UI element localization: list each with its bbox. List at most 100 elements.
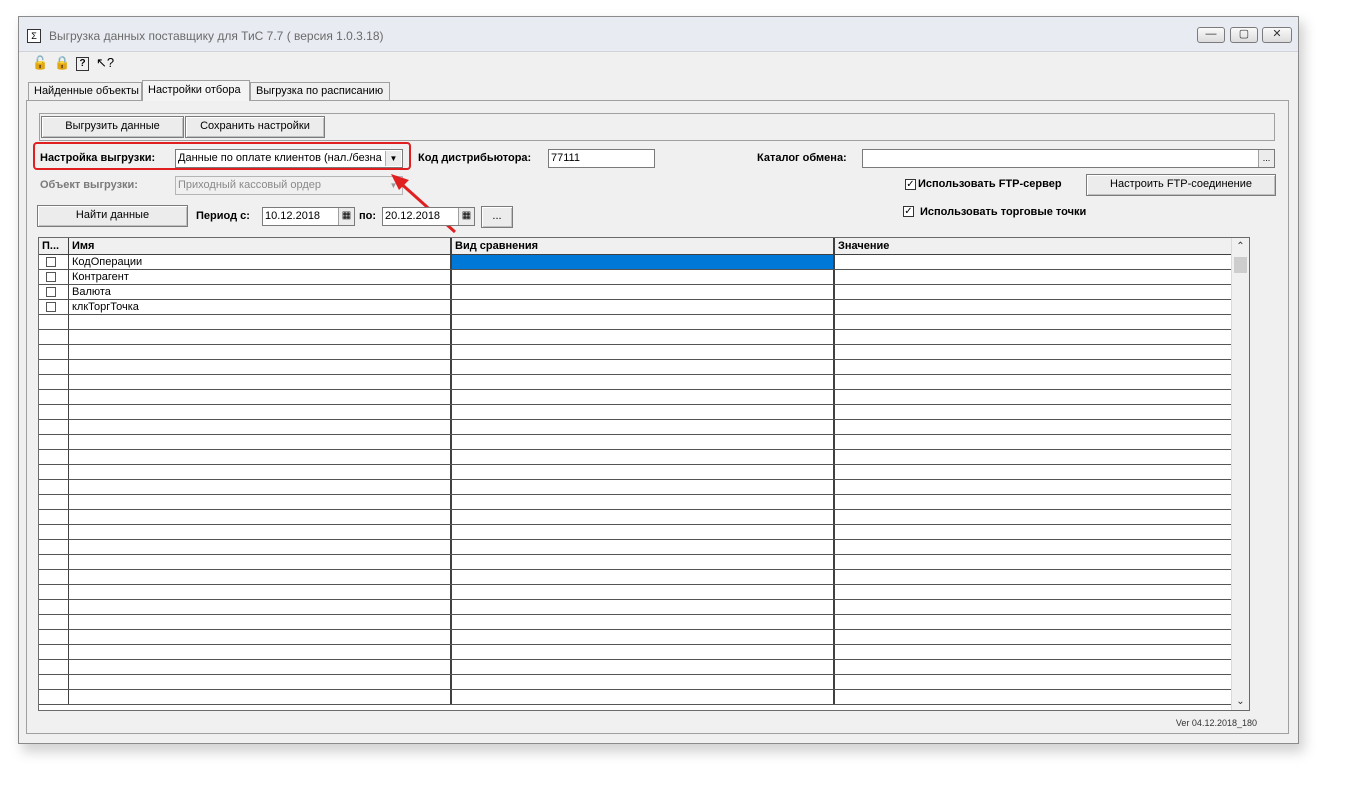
table-row[interactable] xyxy=(39,345,1232,360)
table-row[interactable] xyxy=(39,480,1232,495)
row-comparison-cell[interactable] xyxy=(452,345,835,359)
row-comparison-cell[interactable] xyxy=(452,435,835,449)
row-comparison-cell[interactable] xyxy=(452,540,835,554)
table-row[interactable]: Валюта xyxy=(39,285,1232,300)
table-row[interactable] xyxy=(39,630,1232,645)
context-help-icon[interactable]: ↖? xyxy=(96,55,114,71)
row-value-cell[interactable] xyxy=(835,390,1232,404)
ftp-setup-button[interactable]: Настроить FTP-соединение xyxy=(1086,174,1276,196)
calendar-icon[interactable]: ▦ xyxy=(458,208,474,225)
scroll-up-icon[interactable]: ⌃ xyxy=(1232,238,1249,255)
column-header-name[interactable]: Имя xyxy=(69,238,452,254)
row-checkbox[interactable] xyxy=(46,287,56,297)
find-data-button[interactable]: Найти данные xyxy=(37,205,188,227)
scroll-down-icon[interactable]: ⌄ xyxy=(1232,693,1249,710)
row-comparison-cell[interactable] xyxy=(452,510,835,524)
row-name-cell[interactable] xyxy=(69,615,452,629)
table-row[interactable] xyxy=(39,645,1232,660)
row-comparison-cell[interactable] xyxy=(452,285,835,299)
row-comparison-cell[interactable] xyxy=(452,585,835,599)
row-comparison-cell[interactable] xyxy=(452,405,835,419)
period-to-field[interactable]: 20.12.2018 ▦ xyxy=(382,207,475,226)
distributor-code-field[interactable]: 77111 xyxy=(548,149,655,168)
row-value-cell[interactable] xyxy=(835,690,1232,704)
column-header-value[interactable]: Значение xyxy=(835,238,1232,254)
row-name-cell[interactable]: клкТоргТочка xyxy=(69,300,452,314)
table-row[interactable] xyxy=(39,570,1232,585)
row-comparison-cell[interactable] xyxy=(452,390,835,404)
row-comparison-cell[interactable] xyxy=(452,660,835,674)
row-value-cell[interactable] xyxy=(835,255,1232,269)
row-name-cell[interactable] xyxy=(69,675,452,689)
table-row[interactable] xyxy=(39,660,1232,675)
row-comparison-cell[interactable] xyxy=(452,600,835,614)
lock-icon[interactable]: 🔒 xyxy=(54,55,70,71)
table-row[interactable] xyxy=(39,330,1232,345)
help-icon[interactable]: ? xyxy=(76,57,89,71)
row-checkbox[interactable] xyxy=(46,257,56,267)
row-name-cell[interactable] xyxy=(69,510,452,524)
table-row[interactable] xyxy=(39,675,1232,690)
calendar-icon[interactable]: ▦ xyxy=(338,208,354,225)
row-comparison-cell[interactable] xyxy=(452,645,835,659)
row-name-cell[interactable] xyxy=(69,465,452,479)
row-value-cell[interactable] xyxy=(835,525,1232,539)
browse-button[interactable]: ... xyxy=(1258,150,1274,167)
table-row[interactable] xyxy=(39,540,1232,555)
table-row[interactable] xyxy=(39,510,1232,525)
row-name-cell[interactable] xyxy=(69,630,452,644)
use-trade-points-checkbox[interactable]: ✓ xyxy=(903,206,914,217)
use-ftp-checkbox[interactable]: ✓ xyxy=(905,179,916,190)
row-value-cell[interactable] xyxy=(835,420,1232,434)
row-value-cell[interactable] xyxy=(835,555,1232,569)
table-row[interactable] xyxy=(39,555,1232,570)
title-bar[interactable]: Σ Выгрузка данных поставщику для ТиС 7.7… xyxy=(19,17,1298,52)
row-value-cell[interactable] xyxy=(835,345,1232,359)
row-comparison-cell[interactable] xyxy=(452,615,835,629)
row-name-cell[interactable] xyxy=(69,600,452,614)
row-checkbox[interactable] xyxy=(46,272,56,282)
table-row[interactable] xyxy=(39,375,1232,390)
row-comparison-cell[interactable] xyxy=(452,420,835,434)
row-name-cell[interactable]: Валюта xyxy=(69,285,452,299)
row-comparison-cell[interactable] xyxy=(452,480,835,494)
row-value-cell[interactable] xyxy=(835,315,1232,329)
row-value-cell[interactable] xyxy=(835,435,1232,449)
table-row[interactable] xyxy=(39,360,1232,375)
row-value-cell[interactable] xyxy=(835,540,1232,554)
row-comparison-cell[interactable] xyxy=(452,525,835,539)
table-row[interactable] xyxy=(39,390,1232,405)
row-value-cell[interactable] xyxy=(835,300,1232,314)
row-comparison-cell[interactable] xyxy=(452,375,835,389)
tab-found-objects[interactable]: Найденные объекты xyxy=(28,82,142,100)
row-comparison-cell[interactable] xyxy=(452,300,835,314)
row-value-cell[interactable] xyxy=(835,570,1232,584)
vertical-scrollbar[interactable]: ⌃ ⌄ xyxy=(1231,238,1249,710)
row-value-cell[interactable] xyxy=(835,330,1232,344)
row-value-cell[interactable] xyxy=(835,510,1232,524)
row-comparison-cell[interactable] xyxy=(452,690,835,704)
row-value-cell[interactable] xyxy=(835,360,1232,374)
row-comparison-cell[interactable] xyxy=(452,495,835,509)
table-row[interactable] xyxy=(39,690,1232,705)
row-checkbox[interactable] xyxy=(46,302,56,312)
row-name-cell[interactable]: Контрагент xyxy=(69,270,452,284)
row-name-cell[interactable] xyxy=(69,330,452,344)
row-name-cell[interactable]: КодОперации xyxy=(69,255,452,269)
row-name-cell[interactable] xyxy=(69,450,452,464)
lock-open-icon[interactable]: 🔓 xyxy=(32,55,48,71)
row-name-cell[interactable] xyxy=(69,570,452,584)
row-name-cell[interactable] xyxy=(69,645,452,659)
period-from-field[interactable]: 10.12.2018 ▦ xyxy=(262,207,355,226)
row-name-cell[interactable] xyxy=(69,480,452,494)
export-data-button[interactable]: Выгрузить данные xyxy=(41,116,184,138)
row-value-cell[interactable] xyxy=(835,270,1232,284)
row-value-cell[interactable] xyxy=(835,600,1232,614)
row-value-cell[interactable] xyxy=(835,405,1232,419)
close-button[interactable]: ✕ xyxy=(1262,27,1292,43)
row-name-cell[interactable] xyxy=(69,690,452,704)
table-row[interactable] xyxy=(39,450,1232,465)
row-value-cell[interactable] xyxy=(835,630,1232,644)
row-name-cell[interactable] xyxy=(69,420,452,434)
row-comparison-cell[interactable] xyxy=(452,675,835,689)
